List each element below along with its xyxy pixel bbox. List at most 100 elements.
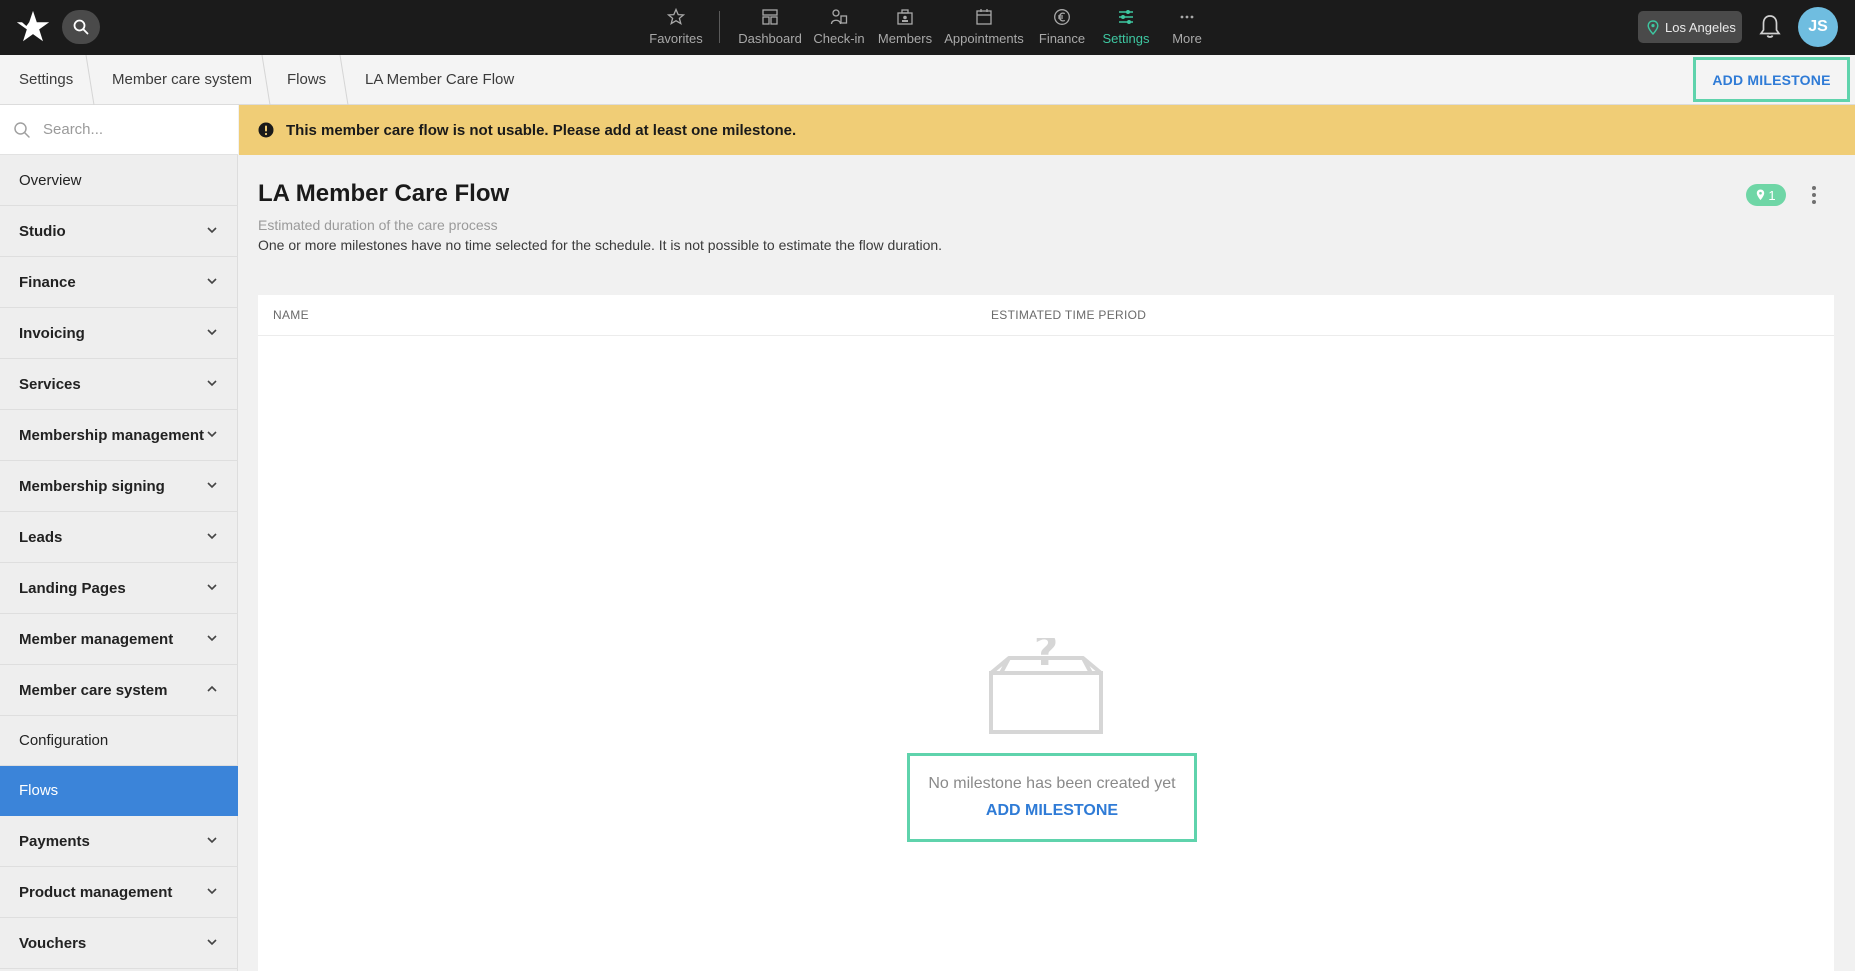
sidebar-item-vouchers[interactable]: Vouchers: [0, 918, 238, 969]
sidebar-item-configuration[interactable]: Configuration: [0, 716, 238, 766]
alert-icon: [258, 122, 274, 138]
chevron-up-icon: [207, 685, 217, 692]
empty-state-text: No milestone has been created yet: [928, 775, 1176, 792]
euro-icon: [1054, 9, 1070, 25]
column-header-name[interactable]: NAME: [273, 295, 309, 335]
sidebar-item-label: Finance: [19, 273, 76, 291]
empty-state: No milestone has been created yet ADD MI…: [907, 753, 1197, 842]
members-icon: [897, 9, 913, 25]
nav-dashboard-label: Dashboard: [738, 31, 802, 46]
sidebar-item-label: Overview: [19, 171, 82, 189]
nav-check-in-label: Check-in: [813, 31, 865, 46]
sidebar-item-label: Services: [19, 375, 81, 393]
location-label: Los Angeles: [1665, 19, 1736, 35]
sidebar-item-studio[interactable]: Studio: [0, 206, 238, 257]
more-options-icon[interactable]: [1805, 184, 1823, 206]
sidebar-item-leads[interactable]: Leads: [0, 512, 238, 563]
sidebar-item-label: Invoicing: [19, 324, 85, 342]
sidebar-item-product-management[interactable]: Product management: [0, 867, 238, 918]
bell-icon[interactable]: [1758, 14, 1782, 40]
table-header-divider: [258, 335, 1834, 336]
sliders-icon: [1119, 10, 1133, 24]
column-header-estimated-time-period[interactable]: ESTIMATED TIME PERIOD: [991, 295, 1146, 335]
sidebar-search: [0, 105, 238, 155]
sidebar-item-overview[interactable]: Overview: [0, 155, 238, 206]
milestone-count: 1: [1768, 187, 1776, 203]
more-icon: [1180, 15, 1194, 19]
add-milestone-button[interactable]: ADD MILESTONE: [1693, 57, 1850, 102]
nav-finance[interactable]: Finance: [1038, 0, 1086, 55]
chevron-down-icon: [207, 939, 217, 946]
sidebar-item-payments[interactable]: Payments: [0, 816, 238, 867]
empty-box-question-icon: ?: [989, 638, 1103, 734]
sidebar-item-landing-pages[interactable]: Landing Pages: [0, 563, 238, 614]
nav-members[interactable]: Members: [877, 0, 933, 55]
sidebar-item-label: Studio: [19, 222, 66, 240]
warning-banner-text: This member care flow is not usable. Ple…: [286, 121, 797, 139]
map-pin-icon: [1757, 189, 1765, 200]
calendar-icon: [976, 9, 992, 25]
breadcrumb-separator: [85, 55, 95, 105]
chevron-down-icon: [207, 888, 217, 895]
sidebar-item-invoicing[interactable]: Invoicing: [0, 308, 238, 359]
sidebar-item-member-care-system[interactable]: Member care system: [0, 665, 238, 716]
breadcrumb-flows[interactable]: Flows: [287, 55, 326, 105]
avatar-initials: JS: [1808, 18, 1828, 35]
nav-dashboard[interactable]: Dashboard: [738, 0, 802, 55]
sidebar-item-membership-signing[interactable]: Membership signing: [0, 461, 238, 512]
breadcrumb: Settings Member care system Flows LA Mem…: [0, 55, 1855, 105]
nav-divider: [719, 11, 720, 43]
dashboard-icon: [762, 9, 778, 25]
breadcrumb-settings[interactable]: Settings: [19, 55, 73, 105]
empty-state-add-milestone-link[interactable]: ADD MILESTONE: [986, 802, 1118, 820]
sidebar-item-label: Leads: [19, 528, 63, 546]
location-selector[interactable]: Los Angeles: [1638, 11, 1742, 43]
breadcrumb-separator: [261, 55, 271, 105]
nav-appointments[interactable]: Appointments: [944, 0, 1024, 55]
warning-banner: This member care flow is not usable. Ple…: [239, 105, 1855, 155]
breadcrumb-separator: [339, 55, 349, 105]
milestones-table: NAME ESTIMATED TIME PERIOD: [258, 295, 1834, 971]
user-avatar[interactable]: JS: [1798, 7, 1838, 47]
nav-favorites[interactable]: Favorites: [649, 0, 703, 55]
sidebar-item-label: Product management: [19, 883, 173, 901]
page-title: LA Member Care Flow: [258, 180, 510, 207]
chevron-down-icon: [207, 329, 217, 336]
sidebar-item-label: Landing Pages: [19, 579, 126, 597]
check-in-icon: [830, 9, 848, 25]
brand-logo-icon[interactable]: [14, 8, 52, 46]
nav-favorites-label: Favorites: [649, 31, 703, 46]
sidebar-item-label: Payments: [19, 832, 90, 850]
duration-description: One or more milestones have no time sele…: [258, 237, 943, 253]
chevron-down-icon: [207, 584, 217, 591]
chevron-down-icon: [207, 227, 217, 234]
sidebar-item-finance[interactable]: Finance: [0, 257, 238, 308]
chevron-down-icon: [207, 482, 217, 489]
sidebar-item-label: Configuration: [19, 732, 109, 749]
top-navigation-bar: Favorites Dashboard Check-in Members App…: [0, 0, 1855, 55]
breadcrumb-member-care-system[interactable]: Member care system: [112, 55, 252, 105]
sidebar-item-label: Vouchers: [19, 934, 87, 952]
sidebar-item-membership-management[interactable]: Membership management: [0, 410, 238, 461]
nav-settings[interactable]: Settings: [1099, 0, 1153, 55]
sidebar-item-services[interactable]: Services: [0, 359, 238, 410]
sidebar-item-member-management[interactable]: Member management: [0, 614, 238, 665]
page-subtitle: Estimated duration of the care process: [258, 217, 498, 233]
map-pin-icon: [1647, 19, 1659, 35]
chevron-down-icon: [207, 837, 217, 844]
nav-finance-label: Finance: [1038, 31, 1086, 46]
chevron-down-icon: [207, 431, 217, 438]
sidebar-search-input[interactable]: [43, 121, 223, 138]
sidebar-item-flows[interactable]: Flows: [0, 766, 238, 816]
milestone-count-badge: 1: [1746, 184, 1786, 206]
global-search-button[interactable]: [62, 10, 100, 44]
star-icon: [667, 8, 685, 25]
sidebar-item-label: Member care system: [19, 681, 168, 699]
nav-check-in[interactable]: Check-in: [813, 0, 865, 55]
sidebar-item-label: Membership management: [19, 426, 205, 444]
chevron-down-icon: [207, 380, 217, 387]
nav-appointments-label: Appointments: [944, 31, 1024, 46]
nav-more-label: More: [1172, 31, 1202, 46]
chevron-down-icon: [207, 635, 217, 642]
nav-more[interactable]: More: [1170, 0, 1204, 55]
